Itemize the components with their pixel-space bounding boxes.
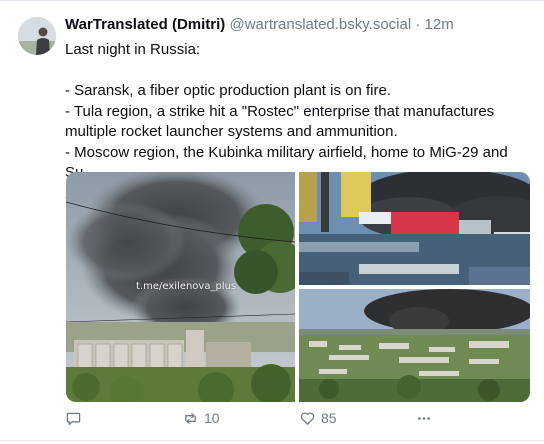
reply-button[interactable] [66, 405, 81, 431]
post-actions: 10 85 [0, 405, 544, 431]
separator-dot: · [415, 16, 421, 33]
more-options-button[interactable] [416, 405, 432, 431]
post-text-blank-line [65, 61, 527, 82]
comment-icon [66, 412, 81, 425]
media-image-1[interactable]: t.me/exilenova_plus [66, 172, 295, 402]
smoke-over-town-landscape-photo [299, 289, 530, 402]
watermark-text: t.me/exilenova_plus [136, 281, 237, 292]
post-text-line: multiple rocket launcher systems and amm… [65, 123, 398, 140]
more-icon [418, 416, 430, 420]
post-text-line: Last night in Russia: [65, 41, 201, 58]
post-card[interactable]: WarTranslated (Dmitri) @wartranslated.bs… [0, 0, 544, 444]
media-image-2[interactable] [299, 172, 530, 285]
post-text-line: - Saransk, a fiber optic production plan… [65, 82, 392, 99]
post-timestamp[interactable]: 12m [425, 16, 454, 33]
author-handle[interactable]: @wartranslated.bsky.social [229, 16, 411, 33]
author-name[interactable]: WarTranslated (Dmitri) [65, 16, 225, 33]
like-count: 85 [321, 410, 337, 426]
divider [0, 0, 544, 1]
like-button[interactable]: 85 [300, 405, 337, 431]
repost-button[interactable]: 10 [183, 405, 220, 431]
post-header: WarTranslated (Dmitri) @wartranslated.bs… [65, 15, 454, 35]
heart-icon [300, 411, 315, 425]
repost-icon [185, 412, 196, 424]
divider [0, 440, 544, 441]
media-grid: t.me/exilenova_plus [66, 172, 530, 402]
media-image-3[interactable] [299, 289, 530, 402]
avatar-image [18, 17, 56, 55]
repost-count: 10 [204, 410, 220, 426]
smoke-over-industrial-plant-photo [299, 172, 530, 285]
post-text-line: - Tula region, a strike hit a "Rostec" e… [65, 102, 495, 120]
avatar[interactable] [18, 17, 56, 55]
